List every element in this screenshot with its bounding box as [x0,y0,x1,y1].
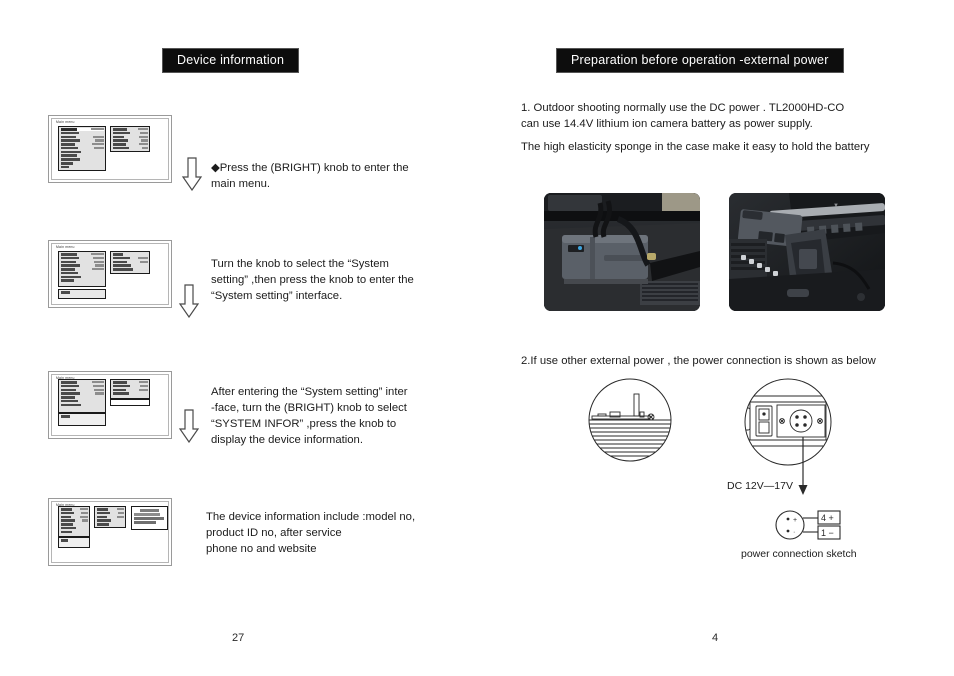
menu-column-highlight [58,537,90,548]
section-banner-device-information: Device information [162,48,300,73]
info-line-service-phone [134,516,164,520]
page-number-right: 4 [712,632,719,644]
menu-column-primary [58,126,106,171]
photo-battery-in-case [544,193,700,311]
menu-column-primary [58,506,90,537]
connector-detail-right-diagram [744,378,832,466]
menu-column-secondary [110,251,150,274]
external-power-paragraph-3: 2.If use other external power , the powe… [521,355,876,367]
lcd-main-menu: Main menu [48,115,172,183]
pin-label-positive: 4 + [821,513,834,523]
connector-detail-left-diagram [588,378,672,462]
step-instruction-1: ◆Press the (BRIGHT) knob to enter the ma… [211,162,409,190]
step-instruction-2: Turn the knob to select the “System sett… [211,258,414,302]
photo-camera-battery-plate-graphic: ▼ [729,193,885,311]
menu-column-primary [58,251,106,287]
step-instruction-4: The device information include :model no… [206,511,416,555]
pin-label-negative: 1 − [821,528,834,538]
lcd-system-setting: Main menu [48,240,172,308]
menu-column-secondary [110,379,150,399]
lcd-system-infor-select: Main menu [48,371,172,439]
step-instruction-3: After entering the “System setting” inte… [211,386,408,446]
menu-column-secondary [110,126,150,152]
lcd-title-label: Main menu [56,245,75,249]
lcd-screen-area: Main menu [51,374,169,436]
menu-column-primary [58,379,106,413]
photo-camera-battery-plate: ▼ [729,193,885,311]
flow-arrow-3 [178,409,200,443]
info-line-product-id [134,512,160,516]
power-connection-sketch-caption: power connection sketch [741,548,857,560]
svg-text:+: + [793,517,797,524]
external-power-paragraph-1: 1. Outdoor shooting normally use the DC … [521,102,845,130]
external-power-paragraph-2: The high elasticity sponge in the case m… [521,141,870,153]
svg-text:·: · [793,529,795,536]
lcd-screen-area: Main menu [51,501,169,563]
menu-column-secondary [94,506,126,528]
menu-column-highlight [58,413,106,426]
section-banner-preparation: Preparation before operation -external p… [556,48,844,73]
lcd-screen-area: Main menu [51,243,169,305]
manual-page-spread: Device information Main menu ◆Press the … [0,0,954,676]
flow-arrow-1 [181,157,203,191]
dc-voltage-label: DC 12V—17V [727,480,793,492]
lcd-device-information: Main menu [48,498,172,566]
menu-selected-row [110,399,150,406]
photo-battery-in-case-graphic [544,193,700,311]
device-information-box [131,506,168,530]
lcd-title-label: Main menu [56,120,75,124]
dc-leader-arrow [798,437,808,495]
info-line-model [140,509,159,512]
power-connector-pinout: + · 4 + 1 − [775,510,841,540]
menu-column-highlight [58,289,106,299]
flow-arrow-2 [178,284,200,318]
lcd-screen-area: Main menu [51,118,169,180]
info-line-website [134,520,156,524]
page-number-left: 27 [232,632,245,644]
